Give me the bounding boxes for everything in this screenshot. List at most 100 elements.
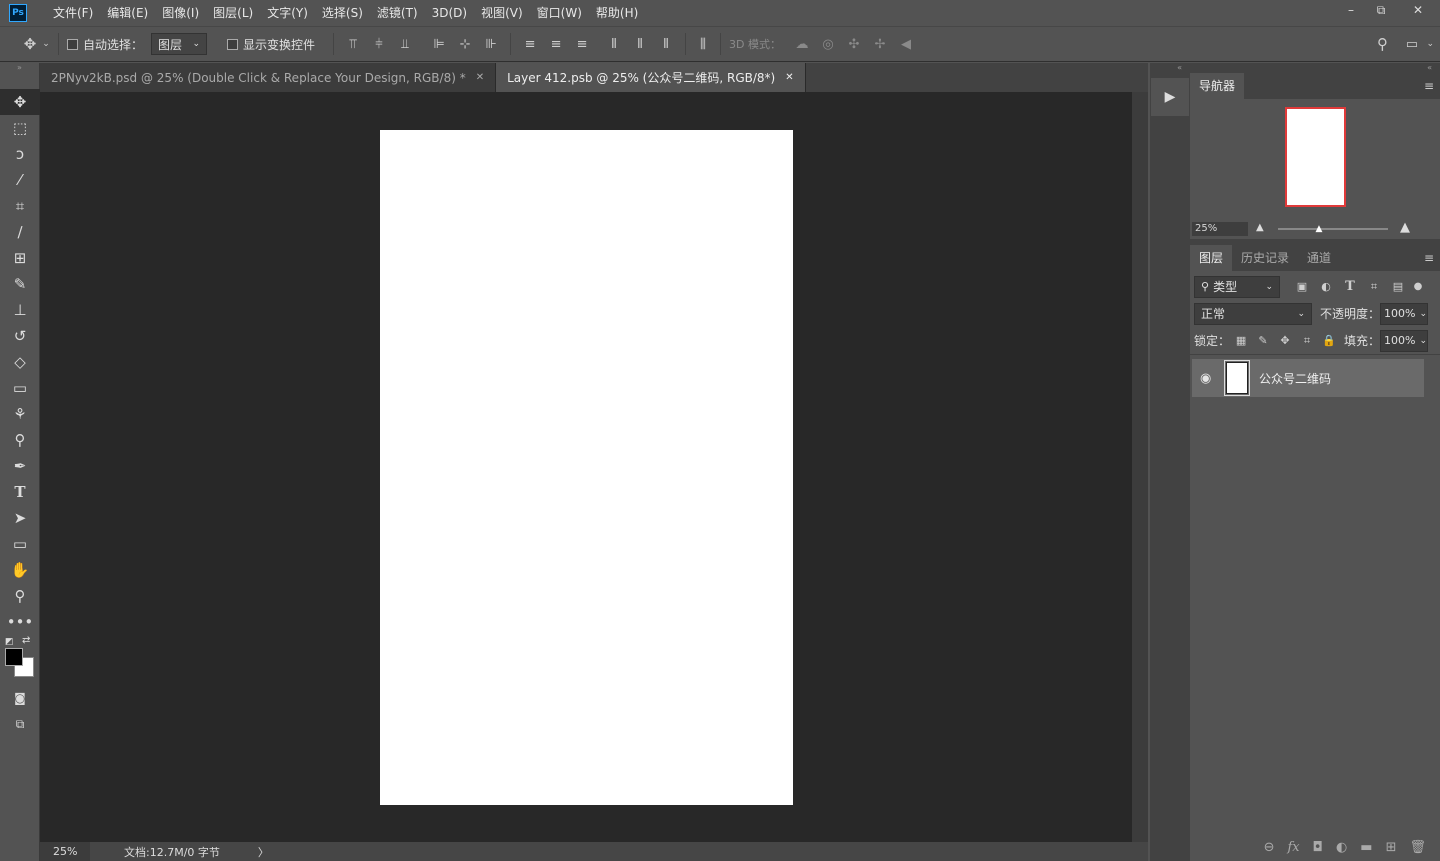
filter-shape-icon[interactable]: ⌗ bbox=[1362, 280, 1386, 294]
panel-menu-icon[interactable]: ≡ bbox=[1424, 79, 1434, 93]
close-icon[interactable]: ✕ bbox=[476, 72, 484, 83]
filter-adjustment-icon[interactable]: ◐ bbox=[1314, 280, 1338, 293]
restore-button[interactable]: ⧉ bbox=[1366, 0, 1396, 20]
vertical-scrollbar[interactable] bbox=[1132, 92, 1148, 842]
tab-layers[interactable]: 图层 bbox=[1190, 245, 1233, 271]
menu-window[interactable]: 窗口(W) bbox=[530, 0, 589, 26]
pan-3d-icon[interactable]: ✣ bbox=[841, 37, 867, 52]
distribute-right-icon[interactable]: ⦀ bbox=[653, 37, 679, 52]
layer-style-fx-icon[interactable]: fx bbox=[1287, 840, 1299, 855]
lock-pixels-icon[interactable]: ✎ bbox=[1252, 334, 1274, 347]
more-tools-icon[interactable]: ••• bbox=[0, 609, 40, 635]
align-left-icon[interactable]: ⊫ bbox=[426, 37, 452, 52]
foreground-color-swatch[interactable] bbox=[5, 648, 23, 666]
zoom-slider-knob[interactable]: ▲ bbox=[1314, 224, 1324, 234]
move-tool-icon[interactable]: ✥ bbox=[0, 89, 40, 115]
rectangle-tool-icon[interactable]: ▭ bbox=[0, 531, 40, 557]
brush-tool-icon[interactable]: ✎ bbox=[0, 271, 40, 297]
opacity-input[interactable]: 100% ⌄ bbox=[1380, 302, 1429, 325]
layer-row[interactable]: ◉ 公众号二维码 bbox=[1192, 359, 1424, 397]
link-layers-icon[interactable]: ⊖ bbox=[1264, 840, 1275, 855]
lasso-tool-icon[interactable]: ↄ bbox=[0, 141, 40, 167]
panel-menu-icon[interactable]: ≡ bbox=[1424, 251, 1434, 265]
stamp-tool-icon[interactable]: ⊥ bbox=[0, 297, 40, 323]
search-icon[interactable]: ⚲ bbox=[1377, 35, 1388, 53]
lock-position-icon[interactable]: ✥ bbox=[1274, 334, 1296, 347]
default-colors-icon[interactable]: ◩ bbox=[5, 637, 14, 647]
path-selection-tool-icon[interactable]: ➤ bbox=[0, 505, 40, 531]
distribute-vcenter-icon[interactable]: ≡ bbox=[543, 37, 569, 52]
eye-icon[interactable]: ◉ bbox=[1200, 371, 1216, 386]
menu-3d[interactable]: 3D(D) bbox=[425, 0, 474, 26]
chevron-down-icon[interactable]: ⌄ bbox=[1419, 336, 1427, 346]
menu-select[interactable]: 选择(S) bbox=[315, 0, 370, 26]
pen-tool-icon[interactable]: ✒ bbox=[0, 453, 40, 479]
show-transform-checkbox[interactable] bbox=[227, 38, 239, 50]
distribute-left-icon[interactable]: ⦀ bbox=[601, 37, 627, 52]
layer-filter-select[interactable]: ⚲ 类型 ⌄ bbox=[1194, 275, 1280, 298]
blend-mode-select[interactable]: 正常 ⌄ bbox=[1194, 302, 1312, 325]
patch-tool-icon[interactable]: ⊞ bbox=[0, 245, 40, 271]
align-hcenter-icon[interactable]: ⊹ bbox=[452, 37, 478, 52]
delete-layer-icon[interactable]: 🗑 bbox=[1409, 840, 1426, 855]
new-layer-icon[interactable]: ⊞ bbox=[1386, 840, 1397, 855]
distribute-bottom-icon[interactable]: ≡ bbox=[569, 37, 595, 52]
panel-collapse-icon[interactable]: « bbox=[1150, 63, 1190, 73]
menu-type[interactable]: 文字(Y) bbox=[260, 0, 315, 26]
menu-layer[interactable]: 图层(L) bbox=[206, 0, 260, 26]
chevron-down-icon[interactable]: ⌄ bbox=[1426, 39, 1434, 49]
align-vcenter-icon[interactable]: ⫩ bbox=[366, 37, 392, 52]
align-top-icon[interactable]: ⫪ bbox=[340, 37, 366, 52]
align-right-icon[interactable]: ⊪ bbox=[478, 37, 504, 52]
auto-select-target-select[interactable]: 图层 ⌄ bbox=[151, 33, 208, 55]
blur-tool-icon[interactable]: ⚘ bbox=[0, 401, 40, 427]
swap-colors-icon[interactable]: ⇄ bbox=[22, 635, 30, 646]
align-bottom-icon[interactable]: ⫫ bbox=[392, 37, 418, 52]
slide-3d-icon[interactable]: ✢ bbox=[867, 37, 893, 52]
zoom-tool-icon[interactable]: ⚲ bbox=[0, 583, 40, 609]
distribute-hcenter-icon[interactable]: ⦀ bbox=[627, 37, 653, 52]
filter-smart-object-icon[interactable]: ▤ bbox=[1386, 280, 1410, 293]
filter-toggle-icon[interactable]: ● bbox=[1410, 281, 1426, 292]
menu-edit[interactable]: 编辑(E) bbox=[100, 0, 155, 26]
document-canvas[interactable] bbox=[380, 130, 793, 805]
dodge-tool-icon[interactable]: ⚲ bbox=[0, 427, 40, 453]
zoom-level[interactable]: 25% bbox=[40, 842, 90, 861]
workspace-icon[interactable]: ▭ bbox=[1406, 37, 1418, 52]
tab-navigator[interactable]: 导航器 bbox=[1190, 73, 1245, 99]
zoom-in-icon[interactable]: ▲ bbox=[1400, 220, 1410, 235]
actions-play-icon[interactable]: ▶ bbox=[1151, 78, 1189, 116]
close-icon[interactable]: ✕ bbox=[785, 72, 793, 83]
menu-filter[interactable]: 滤镜(T) bbox=[370, 0, 425, 26]
tab-document-1[interactable]: 2PNyv2kB.psd @ 25% (Double Click & Repla… bbox=[40, 63, 497, 92]
menu-image[interactable]: 图像(I) bbox=[155, 0, 206, 26]
history-brush-tool-icon[interactable]: ↺ bbox=[0, 323, 40, 349]
fill-input[interactable]: 100% ⌄ bbox=[1380, 329, 1429, 352]
add-mask-icon[interactable]: ◘ bbox=[1313, 840, 1323, 855]
screen-mode-icon[interactable]: ⧉ bbox=[0, 711, 40, 737]
move-tool-icon[interactable]: ✥ bbox=[20, 35, 40, 53]
close-window-button[interactable]: ✕ bbox=[1396, 0, 1440, 20]
zoom-out-icon[interactable]: ▲ bbox=[1256, 222, 1264, 233]
menu-view[interactable]: 视图(V) bbox=[474, 0, 530, 26]
chevron-down-icon[interactable]: ⌄ bbox=[1419, 309, 1427, 319]
lock-transparent-icon[interactable]: ▦ bbox=[1230, 334, 1252, 347]
distribute-top-icon[interactable]: ≡ bbox=[517, 37, 543, 52]
layer-name[interactable]: 公众号二维码 bbox=[1259, 370, 1331, 387]
eraser-tool-icon[interactable]: ◇ bbox=[0, 349, 40, 375]
status-menu-arrow-icon[interactable]: 〉 bbox=[258, 844, 269, 860]
lock-all-icon[interactable]: 🔒 bbox=[1318, 334, 1340, 347]
zoom-slider-track[interactable] bbox=[1278, 228, 1388, 230]
crop-tool-icon[interactable]: ⌗ bbox=[0, 193, 40, 219]
navigator-thumbnail[interactable] bbox=[1285, 107, 1346, 207]
filter-type-icon[interactable]: T bbox=[1338, 279, 1362, 294]
panel-collapse-icon[interactable]: « bbox=[1190, 63, 1440, 73]
orbit-3d-icon[interactable]: ☁ bbox=[789, 37, 815, 52]
navigator-zoom-input[interactable]: 25% bbox=[1192, 222, 1248, 236]
menu-help[interactable]: 帮助(H) bbox=[589, 0, 645, 26]
lock-artboard-icon[interactable]: ⌗ bbox=[1296, 334, 1318, 348]
new-group-icon[interactable]: ▬ bbox=[1360, 840, 1372, 855]
quick-mask-icon[interactable]: ◙ bbox=[0, 685, 40, 711]
auto-select-checkbox[interactable] bbox=[67, 38, 78, 50]
filter-pixel-icon[interactable]: ▣ bbox=[1290, 280, 1314, 293]
